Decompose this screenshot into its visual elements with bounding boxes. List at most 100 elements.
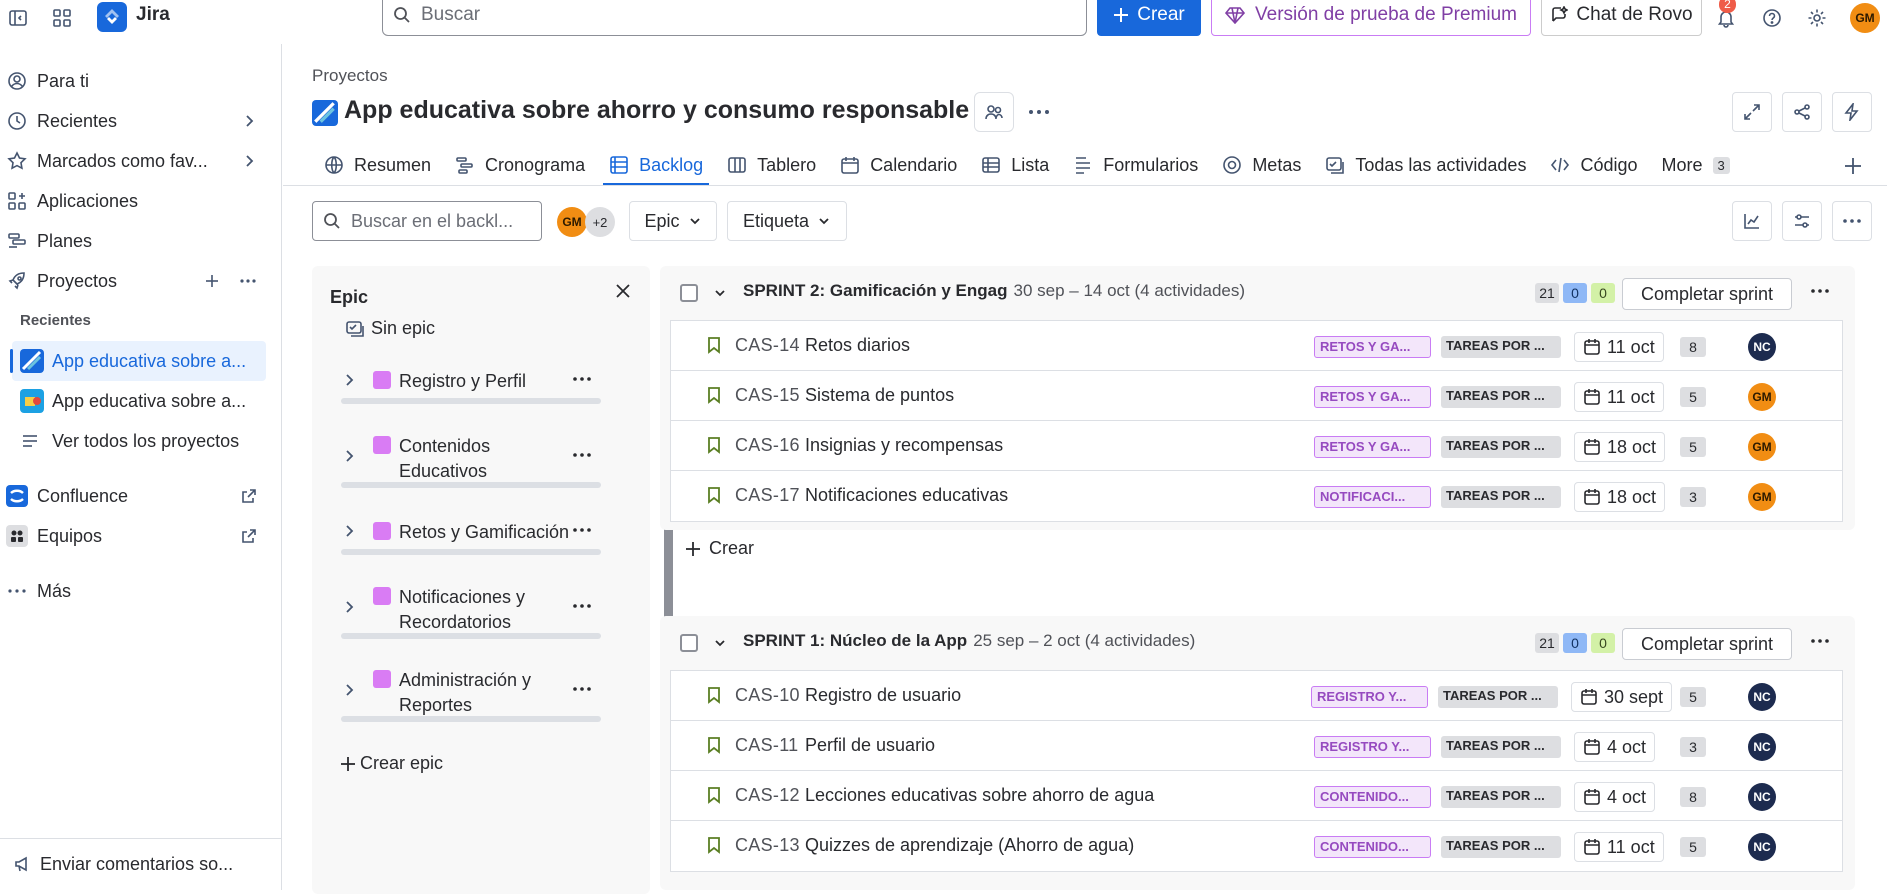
issue-row[interactable]: CAS-13 Quizzes de aprendizaje (Ahorro de… xyxy=(671,821,1842,871)
add-project-plus-icon[interactable] xyxy=(201,270,223,292)
chevron-right-icon[interactable] xyxy=(342,683,356,697)
filter-avatar-gm[interactable]: GM xyxy=(557,207,587,237)
issue-row[interactable]: CAS-14 Retos diarios RETOS Y GA... TAREA… xyxy=(671,321,1842,371)
issue-row[interactable]: CAS-12 Lecciones educativas sobre ahorro… xyxy=(671,771,1842,821)
rovo-chat-button[interactable]: Chat de Rovo xyxy=(1541,0,1702,36)
app-switcher-icon[interactable] xyxy=(48,4,76,32)
chevron-right-icon[interactable] xyxy=(342,524,356,538)
sidebar-item-teams[interactable]: Equipos xyxy=(0,516,282,556)
issue-status-lozenge[interactable]: TAREAS POR ... xyxy=(1441,386,1561,408)
assignee-avatar[interactable]: GM xyxy=(1748,433,1776,461)
chevron-right-icon[interactable] xyxy=(238,110,260,132)
tab-metas[interactable]: Metas xyxy=(1210,144,1313,186)
insights-chart-icon[interactable] xyxy=(1732,201,1772,241)
chevron-down-icon[interactable] xyxy=(713,636,727,650)
issue-due-date[interactable]: 18 oct xyxy=(1574,432,1666,462)
issue-row[interactable]: CAS-16 Insignias y recompensas RETOS Y G… xyxy=(671,421,1842,471)
issue-epic-lozenge[interactable]: CONTENIDO... xyxy=(1314,786,1431,808)
epic-more-icon[interactable] xyxy=(572,452,592,458)
chevron-right-icon[interactable] xyxy=(342,600,356,614)
epic-item[interactable]: Registro y Perfil xyxy=(373,369,563,394)
create-button[interactable]: Crear xyxy=(1097,0,1201,36)
issue-status-lozenge[interactable]: TAREAS POR ... xyxy=(1441,336,1561,358)
epic-item[interactable]: Administración y Reportes xyxy=(373,668,563,718)
view-all-projects-link[interactable]: Ver todos los proyectos xyxy=(12,421,266,461)
issue-summary[interactable]: Registro de usuario xyxy=(805,685,961,706)
issue-key[interactable]: CAS-11 xyxy=(735,735,799,756)
feedback-button[interactable]: Enviar comentarios so... xyxy=(0,844,282,884)
tab-formularios[interactable]: Formularios xyxy=(1061,144,1210,186)
issue-epic-lozenge[interactable]: RETOS Y GA... xyxy=(1314,436,1431,458)
story-points-badge[interactable]: 3 xyxy=(1680,487,1706,507)
chevron-right-icon[interactable] xyxy=(342,373,356,387)
issue-summary[interactable]: Sistema de puntos xyxy=(805,385,954,406)
issue-key[interactable]: CAS-14 xyxy=(735,335,800,356)
tab-tablero[interactable]: Tablero xyxy=(715,144,828,186)
sidebar-item-recent[interactable]: Recientes xyxy=(0,101,282,141)
issue-row[interactable]: CAS-15 Sistema de puntos RETOS Y GA... T… xyxy=(671,371,1842,421)
issue-due-date[interactable]: 30 sept xyxy=(1571,682,1673,712)
epic-item[interactable]: Contenidos Educativos xyxy=(373,434,563,484)
issue-key[interactable]: CAS-16 xyxy=(735,435,800,456)
tab-codigo[interactable]: Código xyxy=(1538,144,1649,186)
sidebar-item-plans[interactable]: Planes xyxy=(0,221,282,261)
app-name[interactable]: Jira xyxy=(136,4,170,26)
assignee-avatar[interactable]: NC xyxy=(1748,333,1776,361)
sprint-checkbox[interactable] xyxy=(680,634,698,652)
issue-epic-lozenge[interactable]: RETOS Y GA... xyxy=(1314,336,1431,358)
close-icon[interactable] xyxy=(614,282,632,300)
story-points-badge[interactable]: 8 xyxy=(1680,787,1706,807)
issue-epic-lozenge[interactable]: REGISTRO Y... xyxy=(1311,686,1428,708)
backlog-search-input[interactable]: Buscar en el backl... xyxy=(312,201,542,241)
sidebar-item-more[interactable]: Más xyxy=(0,571,282,611)
issue-summary[interactable]: Notificaciones educativas xyxy=(805,485,1008,506)
issue-summary[interactable]: Insignias y recompensas xyxy=(805,435,1003,456)
epic-more-icon[interactable] xyxy=(572,603,592,609)
issue-row[interactable]: CAS-11 Perfil de usuario REGISTRO Y... T… xyxy=(671,721,1842,771)
sidebar-item-starred[interactable]: Marcados como fav... xyxy=(0,141,282,181)
issue-key[interactable]: CAS-17 xyxy=(735,485,800,506)
sidebar-project-1[interactable]: App educativa sobre a... xyxy=(10,341,266,381)
issue-summary[interactable]: Quizzes de aprendizaje (Ahorro de agua) xyxy=(805,835,1134,856)
sidebar-item-apps[interactable]: Aplicaciones xyxy=(0,181,282,221)
sprint-more-icon[interactable] xyxy=(1810,638,1830,644)
issue-row[interactable]: CAS-17 Notificaciones educativas NOTIFIC… xyxy=(671,471,1842,521)
issue-status-lozenge[interactable]: TAREAS POR ... xyxy=(1441,436,1561,458)
assignee-avatar[interactable]: NC xyxy=(1748,833,1776,861)
assignee-avatar[interactable]: NC xyxy=(1748,783,1776,811)
tab-cronograma[interactable]: Cronograma xyxy=(443,144,597,186)
projects-more-icon[interactable] xyxy=(237,270,259,292)
sidebar-toggle-icon[interactable] xyxy=(4,4,32,32)
user-avatar[interactable]: GM xyxy=(1850,3,1880,33)
issue-epic-lozenge[interactable]: NOTIFICACI... xyxy=(1314,486,1431,508)
issue-status-lozenge[interactable]: TAREAS POR ... xyxy=(1438,686,1558,708)
issue-key[interactable]: CAS-15 xyxy=(735,385,800,406)
issue-due-date[interactable]: 11 oct xyxy=(1574,332,1664,362)
issue-due-date[interactable]: 11 oct xyxy=(1574,382,1664,412)
issue-key[interactable]: CAS-10 xyxy=(735,685,800,706)
tab-resumen[interactable]: Resumen xyxy=(312,144,443,186)
automation-lightning-icon[interactable] xyxy=(1832,92,1872,132)
issue-row[interactable]: CAS-10 Registro de usuario REGISTRO Y...… xyxy=(671,671,1842,721)
project-more-icon[interactable] xyxy=(1028,109,1050,115)
backlog-more-icon[interactable] xyxy=(1832,201,1872,241)
sprint-header[interactable]: SPRINT 1: Núcleo de la App 25 sep – 2 oct… xyxy=(660,616,1855,670)
people-icon[interactable] xyxy=(974,92,1014,132)
tab-backlog[interactable]: Backlog xyxy=(597,144,715,186)
issue-due-date[interactable]: 4 oct xyxy=(1574,732,1656,762)
sidebar-item-confluence[interactable]: Confluence xyxy=(0,476,282,516)
epic-item[interactable]: Retos y Gamificación xyxy=(373,520,569,545)
more-people-avatar[interactable]: +2 xyxy=(585,207,615,237)
story-points-badge[interactable]: 5 xyxy=(1680,687,1706,707)
epic-item[interactable]: Notificaciones y Recordatorios xyxy=(373,585,563,635)
assignee-avatar[interactable]: NC xyxy=(1748,683,1776,711)
sprint-checkbox[interactable] xyxy=(680,284,698,302)
issue-due-date[interactable]: 4 oct xyxy=(1574,782,1656,812)
issue-key[interactable]: CAS-13 xyxy=(735,835,800,856)
complete-sprint-button[interactable]: Completar sprint xyxy=(1622,278,1792,310)
chevron-right-icon[interactable] xyxy=(342,449,356,463)
breadcrumb[interactable]: Proyectos xyxy=(312,66,388,86)
help-icon[interactable] xyxy=(1758,4,1786,32)
epic-more-icon[interactable] xyxy=(572,527,592,533)
sidebar-item-for-you[interactable]: Para ti xyxy=(0,61,282,101)
